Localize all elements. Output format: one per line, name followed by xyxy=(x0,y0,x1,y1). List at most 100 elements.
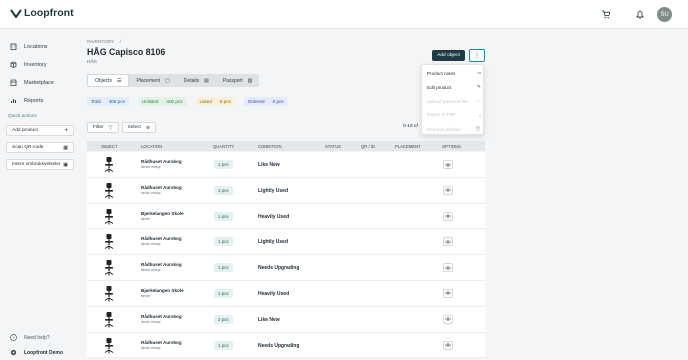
view-button[interactable] xyxy=(443,340,453,350)
brand-name: Loopfront xyxy=(24,7,74,19)
row-location: Rådhuset Aurskog xyxy=(141,184,182,190)
avatar[interactable]: SU xyxy=(657,7,672,22)
pencil-icon: ✎ xyxy=(477,84,481,89)
table-row[interactable]: Rådhuset Aurskog første etasje 2 pcs Like N… xyxy=(87,306,485,333)
note-icon: ▱ xyxy=(477,70,481,75)
row-floor: første etasje xyxy=(141,345,161,350)
quantity-badge: 1 pcs xyxy=(214,340,233,350)
table-row[interactable]: Rådhuset Aurskog første etasje 1 pcs Like N… xyxy=(87,152,485,178)
menu-item-label: Export to PDF xyxy=(427,112,456,117)
row-location: Rådhuset Aurskog xyxy=(141,262,182,268)
stat-unlisted[interactable]: Unlisted 400 pcs xyxy=(137,97,187,106)
help-link[interactable]: ? Need help? xyxy=(10,334,50,341)
tab-label: Objects xyxy=(95,77,112,84)
sidebar-item-label: Inventory xyxy=(24,61,47,68)
row-condition: Needs Upgrading xyxy=(258,265,300,272)
stat-value: 400 pcs xyxy=(166,99,183,104)
eye-icon xyxy=(445,240,451,244)
tab-label: Details xyxy=(183,77,200,84)
list-icon: ☰ xyxy=(116,77,122,84)
loopfront-logo-icon xyxy=(10,8,22,18)
scan-qr-label: Scan QR-code xyxy=(12,145,44,150)
header-object: OBJECT xyxy=(101,144,118,149)
header-qr-id: QR / ID xyxy=(361,144,375,149)
breadcrumb-inventory[interactable]: INVENTORY xyxy=(87,39,114,44)
chair-icon xyxy=(104,233,114,256)
table-row[interactable]: Rådhuset Aurskog første etasje 1 pcs Needs … xyxy=(87,255,485,281)
add-object-button[interactable]: Add object xyxy=(432,50,465,61)
row-condition: Needs Upgrading xyxy=(258,342,300,349)
placement-icon: ▢ xyxy=(165,77,170,84)
document-icon: ▤ xyxy=(204,77,209,84)
stat-ordered[interactable]: Ordered 0 pcs xyxy=(243,97,288,106)
cart-icon[interactable] xyxy=(599,8,611,20)
tab-objects[interactable]: Objects ☰ xyxy=(87,74,130,87)
table-body: Rådhuset Aurskog første etasje 1 pcs Like N… xyxy=(87,152,485,359)
brand-logo[interactable]: Loopfront xyxy=(10,7,74,19)
view-button[interactable] xyxy=(443,185,453,195)
tab-bar: Objects ☰ Placement ▢ Details ▤ Passport ▥ xyxy=(87,74,260,87)
scan-qr-button[interactable]: Scan QR-code ▦ xyxy=(6,142,74,153)
select-button[interactable]: Select ⊕ xyxy=(121,122,157,133)
sidebar-item-label: Marketplace xyxy=(24,79,54,86)
eye-icon xyxy=(445,343,451,347)
table-row[interactable]: Rådhuset Aurskog første etasje 1 pcs Lightl… xyxy=(87,229,485,256)
view-button[interactable] xyxy=(443,288,453,298)
sidebar-item-marketplace[interactable]: Marketplace xyxy=(10,79,54,86)
view-button[interactable] xyxy=(443,160,453,169)
view-button[interactable] xyxy=(443,263,453,273)
row-condition: Like New xyxy=(258,162,280,168)
header-options: OPTIONS xyxy=(442,144,461,149)
intern-ombruk-button[interactable]: Intern ombruksvelseler ▣ xyxy=(6,159,74,170)
intern-ombruk-label: Intern ombruksvelseler xyxy=(12,162,61,167)
page-title: HÅG Capisco 8106 xyxy=(87,47,166,57)
row-condition: Heavily Used xyxy=(258,213,290,220)
sidebar-item-inventory[interactable]: Inventory xyxy=(10,61,47,68)
row-location: Rådhuset Aurskog xyxy=(141,159,182,164)
table-row[interactable]: Bjørkelangen Skole første 1 pcs Heavily Use… xyxy=(87,203,485,231)
more-options-button[interactable]: ⋮ xyxy=(469,49,485,62)
stat-listed[interactable]: Listed 5 pcs xyxy=(195,97,235,106)
stat-value: 5 pcs xyxy=(219,99,231,104)
row-floor: første xyxy=(141,216,151,221)
row-condition: Lightly Used xyxy=(258,187,289,194)
quantity-badge: 2 pcs xyxy=(214,314,233,324)
add-product-button[interactable]: Add product + xyxy=(6,125,74,136)
stat-total[interactable]: Total 405 pcs xyxy=(87,97,129,106)
upload-icon: ▭ xyxy=(476,98,481,103)
view-button[interactable] xyxy=(443,314,453,324)
tab-placement[interactable]: Placement ▢ xyxy=(129,74,176,87)
filter-bar: Filter ▽ Select ⊕ xyxy=(87,122,159,133)
stat-label: Ordered xyxy=(247,99,265,104)
bell-icon[interactable] xyxy=(634,8,646,20)
chair-icon xyxy=(104,208,114,231)
table-row[interactable]: Rådhuset Aurskog første etasje 1 pcs Needs … xyxy=(87,332,485,359)
table-header: OBJECT LOCATION QUANTITY CONDITION STATU… xyxy=(87,141,485,151)
filter-button[interactable]: Filter ▽ xyxy=(87,122,119,133)
row-floor: første etasje xyxy=(141,268,161,273)
view-button[interactable] xyxy=(443,211,453,221)
sidebar-item-reports[interactable]: Reports xyxy=(10,97,43,104)
menu-item-edit-product[interactable]: Edit product ✎ xyxy=(427,84,481,90)
table-row[interactable]: Bjørkelangen Skole første 1 pcs Heavily Use… xyxy=(87,280,485,307)
menu-item-product-notes[interactable]: Product notes ▱ xyxy=(427,70,481,76)
quantity-badge: 1 pcs xyxy=(214,237,233,247)
list-icon: ▣ xyxy=(63,161,68,168)
menu-item-upload-passport: Upload passport file ▭ xyxy=(427,98,481,104)
organization-switcher[interactable]: Loopfront Demo xyxy=(10,349,63,356)
tab-details[interactable]: Details ▤ xyxy=(177,74,216,87)
building-icon xyxy=(10,43,17,50)
sidebar-item-locations[interactable]: Locations xyxy=(10,43,48,50)
tab-passport[interactable]: Passport ▥ xyxy=(216,74,259,87)
header-placement: PLACEMENT xyxy=(395,144,421,149)
download-icon: ⤓ xyxy=(478,112,481,117)
sidebar-item-label: Reports xyxy=(24,97,44,104)
eye-icon xyxy=(445,266,451,270)
view-button[interactable] xyxy=(443,237,453,247)
gear-icon xyxy=(10,349,17,356)
quantity-badge: 1 pcs xyxy=(214,263,233,273)
tab-label: Placement xyxy=(136,77,161,84)
row-floor: første etasje xyxy=(141,190,161,195)
table-row[interactable]: Rådhuset Aurskog første etasje 1 pcs Lightl… xyxy=(87,177,485,204)
stat-value: 405 pcs xyxy=(108,99,125,104)
